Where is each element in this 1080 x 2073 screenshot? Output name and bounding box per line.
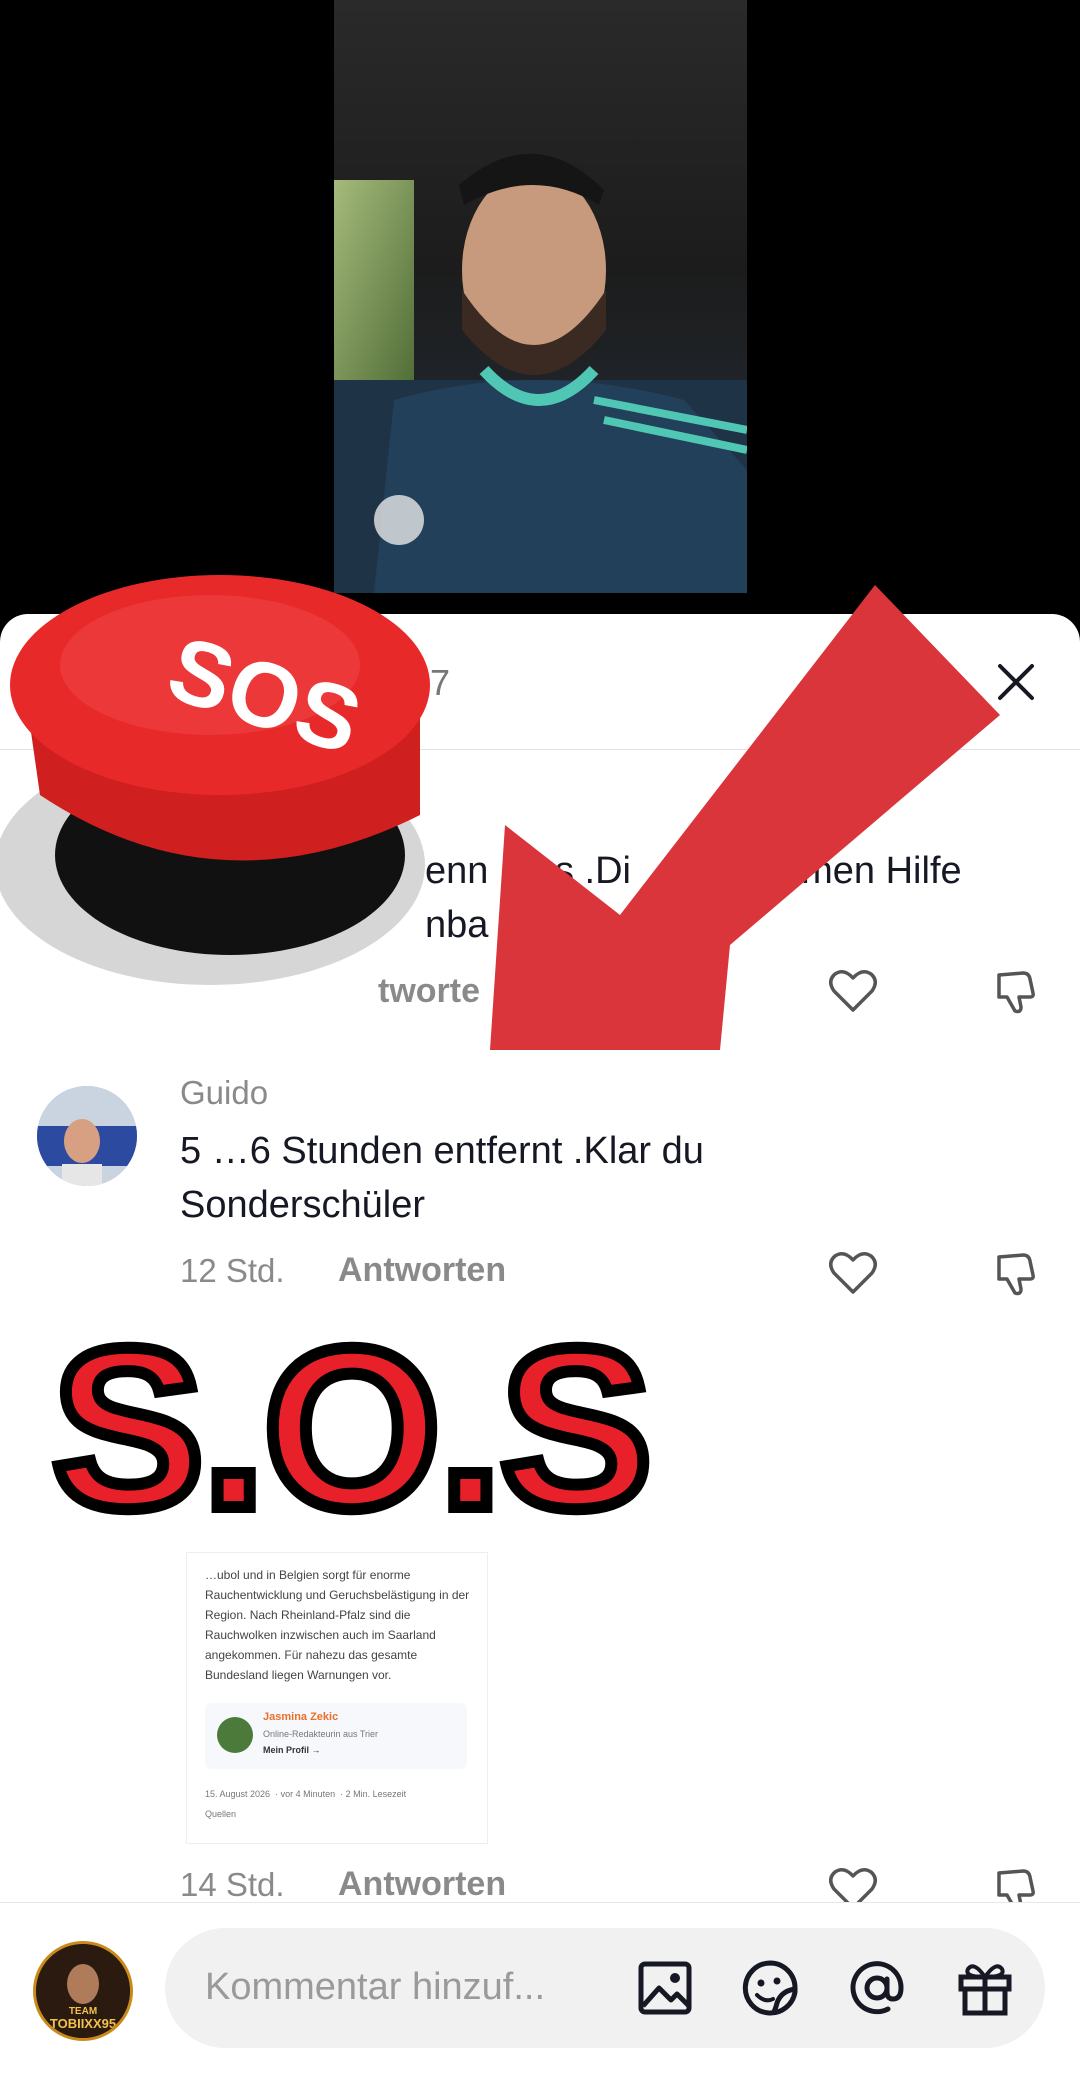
article-meta: 15. August 2026 · vor 4 Minuten · 2 Min.… (205, 1789, 407, 1799)
thumbs-down-icon (997, 1253, 1035, 1296)
article-ago: vor 4 Minuten (280, 1789, 336, 1799)
sos-text-sticker: S.O.S (46, 1302, 658, 1556)
like-button[interactable] (826, 1246, 880, 1300)
reply-button[interactable]: Antworten (338, 1865, 506, 1904)
gift-icon (958, 1964, 1012, 2016)
article-sources: Quellen (205, 1809, 237, 1819)
mention-button[interactable] (847, 1958, 907, 2018)
red-arrow-sticker (490, 585, 1000, 1050)
heart-icon (829, 1252, 877, 1294)
article-read-time: 2 Min. Lesezeit (345, 1789, 407, 1799)
reply-button[interactable]: Antworten (338, 1251, 506, 1290)
avatar-name-label: TOBIIXX95 (50, 2016, 116, 2031)
comment-attachment-image[interactable]: …ubol und in Belgien sorgt für enorme Ra… (186, 1552, 488, 1844)
comment-input-pill[interactable] (165, 1928, 1045, 2048)
dislike-button[interactable] (990, 1246, 1044, 1300)
author-box: Jasmina Zekic Online-Redakteurin aus Tri… (205, 1703, 467, 1769)
user-avatar[interactable]: TEAM TOBIIXX95 (33, 1941, 133, 2041)
attachment-text-top: …ubol und in Belgien sorgt für enorme (205, 1568, 411, 1582)
video-frame (334, 0, 747, 593)
avatar-image (37, 1086, 137, 1186)
sticker-button[interactable] (740, 1958, 800, 2018)
emoji-icon (742, 1960, 798, 2016)
video-person-image (334, 153, 747, 593)
user-avatar-image: TEAM TOBIIXX95 (36, 1944, 130, 2038)
article-date: 15. August 2026 (205, 1789, 271, 1799)
comment-input[interactable] (203, 1956, 627, 2018)
avatar[interactable] (37, 1086, 137, 1186)
author-role: Online-Redakteurin aus Trier (263, 1729, 379, 1739)
author-avatar (217, 1717, 253, 1753)
attachment-paragraph: Rauchentwicklung und Geruchsbelästigung … (205, 1588, 470, 1682)
comment-username[interactable]: Guido (180, 1074, 268, 1112)
comment-text: 5 …6 Stunden entfernt .Klar du Sondersch… (180, 1130, 704, 1226)
author-name: Jasmina Zekic (263, 1711, 339, 1723)
comment-time: 14 Std. (180, 1866, 285, 1903)
image-button[interactable] (635, 1958, 695, 2018)
author-profile-link: Mein Profil → (263, 1745, 321, 1755)
comment-input-bar: TEAM TOBIIXX95 (0, 1902, 1080, 2073)
gift-button[interactable] (955, 1958, 1015, 2018)
sos-button-sticker: SOS (0, 575, 430, 985)
at-icon (850, 1961, 904, 2015)
image-icon (638, 1961, 692, 2015)
comment-time: 12 Std. (180, 1252, 285, 1289)
